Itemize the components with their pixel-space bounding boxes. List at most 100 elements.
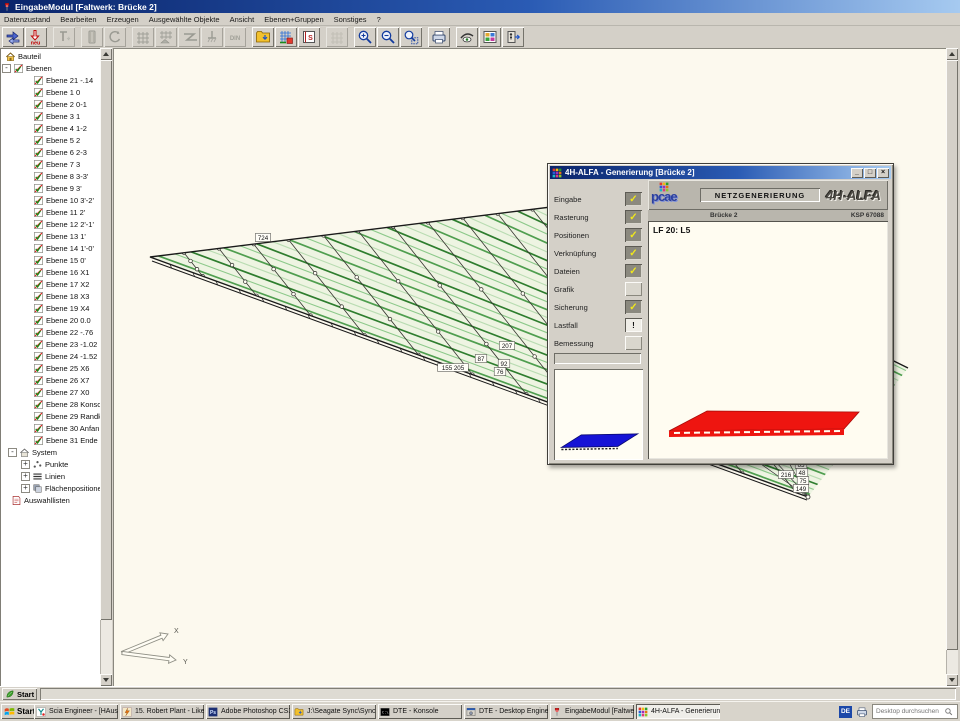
tree-item-ebene-26-x7[interactable]: Ebene 26 X7 (0, 374, 112, 386)
tree-item-ebene-31-ende[interactable]: Ebene 31 Ende (0, 434, 112, 446)
tree-item-system[interactable]: -System (0, 446, 112, 458)
taskbar-item-adobe-photoshop-cs[interactable]: Adobe Photoshop CS3 E... (206, 704, 290, 719)
toolbar-data-state-button[interactable] (2, 27, 24, 47)
tree-item-ebene-27-x0[interactable]: Ebene 27 X0 (0, 386, 112, 398)
menu-[interactable]: ? (377, 15, 381, 24)
taskbar-item-scia-engineer-h[interactable]: Scia Engineer - [HAus17-... (34, 704, 118, 719)
tree-scrollbar[interactable] (100, 48, 112, 686)
tree-item-ebene-23-1-02[interactable]: Ebene 23 -1.02 (0, 338, 112, 350)
language-indicator[interactable]: DE (839, 706, 852, 718)
menu-bearbeiten[interactable]: Bearbeiten (60, 15, 96, 24)
tree-item-ebenen[interactable]: -Ebenen (0, 62, 112, 74)
menu-erzeugen[interactable]: Erzeugen (107, 15, 139, 24)
tree-item-ebene-29-randk[interactable]: Ebene 29 Randk (0, 410, 112, 422)
expand-icon[interactable]: + (21, 472, 30, 481)
tree-item-ebene-11-2[interactable]: Ebene 11 2' (0, 206, 112, 218)
tree-item-ebene-16-x1[interactable]: Ebene 16 X1 (0, 266, 112, 278)
tree-item-bauteil[interactable]: Bauteil (0, 50, 112, 62)
expand-icon[interactable]: + (21, 484, 30, 493)
tree-item-auswahllisten[interactable]: Auswahllisten (0, 494, 112, 506)
tree-item-ebene-24-1-52[interactable]: Ebene 24 -1.52 (0, 350, 112, 362)
dialog-minimize-button[interactable]: _ (851, 168, 863, 178)
statusbar-start-button[interactable]: Start (2, 688, 37, 700)
tree-item-ebene-12-2-1[interactable]: Ebene 12 2'-1' (0, 218, 112, 230)
tree-item-ebene-28-konsol[interactable]: Ebene 28 Konsol (0, 398, 112, 410)
tree-item-ebene-22-76[interactable]: Ebene 22 -.76 (0, 326, 112, 338)
menu-sonstiges[interactable]: Sonstiges (334, 15, 367, 24)
dialog-close-button[interactable]: × (877, 168, 889, 178)
tree-item-ebene-10-3-2[interactable]: Ebene 10 3'-2' (0, 194, 112, 206)
toolbar-zoom-window-button[interactable] (400, 27, 422, 47)
tree-item-ebene-21-14[interactable]: Ebene 21 -.14 (0, 74, 112, 86)
taskbar-item-eingabemodul-falt[interactable]: EingabeModul [Faltwerk:... (550, 704, 634, 719)
tree-scroll-up-arrow[interactable] (100, 48, 112, 60)
taskbar-item-dte-konsole[interactable]: DTE - Konsole (378, 704, 462, 719)
tree-item-flächenpositione[interactable]: +Flächenpositione (0, 482, 112, 494)
tree-item-ebene-9-3[interactable]: Ebene 9 3' (0, 182, 112, 194)
toolbar-print-button[interactable] (428, 27, 450, 47)
tree-item-label: Ebene 8 3-3' (46, 172, 88, 181)
tree-item-ebene-14-1-0[interactable]: Ebene 14 1'-0' (0, 242, 112, 254)
tree-item-ebene-15-0[interactable]: Ebene 15 0' (0, 254, 112, 266)
tree-item-ebene-8-3-3[interactable]: Ebene 8 3-3' (0, 170, 112, 182)
toolbar-zoom-in-button[interactable] (354, 27, 376, 47)
tree-item-label: Ebene 16 X1 (46, 268, 89, 277)
toolbar-new-button[interactable] (25, 27, 47, 47)
taskbar-item-15-robert-plant[interactable]: 15. Robert Plant - Like I'... (120, 704, 204, 719)
tree-item-ebene-4-1-2[interactable]: Ebene 4 1-2 (0, 122, 112, 134)
taskbar-item-4h-alfa-generier[interactable]: 4H-ALFA - Generierun... (636, 704, 720, 719)
canvas-scrollbar[interactable] (946, 48, 958, 686)
toolbar-open-project-button[interactable] (252, 27, 274, 47)
pcae-logo: pcae (648, 181, 694, 209)
collapse-icon[interactable]: - (8, 448, 17, 457)
toolbar-exit-button[interactable] (502, 27, 524, 47)
tree-item-linien[interactable]: + Linien (0, 470, 112, 482)
tree-item-ebene-19-x4[interactable]: Ebene 19 X4 (0, 302, 112, 314)
tree-item-ebene-1-0[interactable]: Ebene 1 0 (0, 86, 112, 98)
toolbar-report-button[interactable] (479, 27, 501, 47)
layer-icon (33, 327, 44, 338)
canvas-scroll-thumb[interactable] (946, 60, 958, 650)
taskbar-item-j-seagate-sync-sy[interactable]: J:\Seagate Sync\SyncRe... (292, 704, 376, 719)
canvas-scroll-down-arrow[interactable] (946, 674, 958, 686)
tree-scroll-thumb[interactable] (100, 60, 112, 620)
step-label: Rasterung (554, 213, 589, 222)
taskbar-item-dte-desktop-engi[interactable]: DTE - Desktop Engineeri... (464, 704, 548, 719)
tree-item-ebene-7-3[interactable]: Ebene 7 3 (0, 158, 112, 170)
toolbar-tools-button (53, 27, 75, 47)
desktop-search-input[interactable] (873, 708, 944, 715)
tree-item-ebene-13-1[interactable]: Ebene 13 1' (0, 230, 112, 242)
menu-ebenen-gruppen[interactable]: Ebenen+Gruppen (264, 15, 323, 24)
menu-ausgewählte-objekte[interactable]: Ausgewählte Objekte (149, 15, 220, 24)
audio-icon (122, 707, 132, 717)
toolbar-view-options-button[interactable] (456, 27, 478, 47)
menu-ansicht[interactable]: Ansicht (230, 15, 255, 24)
toolbar-mesh-generate-button[interactable] (275, 27, 297, 47)
tree-item-ebene-17-x2[interactable]: Ebene 17 X2 (0, 278, 112, 290)
menu-datenzustand[interactable]: Datenzustand (4, 15, 50, 24)
desktop-search[interactable] (872, 704, 958, 719)
tray-printer-icon[interactable] (856, 706, 868, 718)
tree-item-ebene-6-2-3[interactable]: Ebene 6 2-3 (0, 146, 112, 158)
tree-item-ebene-30-anfan[interactable]: Ebene 30 Anfan (0, 422, 112, 434)
toolbar-zoom-out-button[interactable] (377, 27, 399, 47)
tree-item-ebene-3-1[interactable]: Ebene 3 1 (0, 110, 112, 122)
tree-scroll-down-arrow[interactable] (100, 674, 112, 686)
toolbar-statics-book-button[interactable] (298, 27, 320, 47)
start-button[interactable]: Start (1, 704, 38, 719)
node-number-label: 92 (501, 361, 508, 368)
tree-item-ebene-25-x6[interactable]: Ebene 25 X6 (0, 362, 112, 374)
canvas-scroll-up-arrow[interactable] (946, 48, 958, 60)
taskbar-item-label: J:\Seagate Sync\SyncRe... (307, 708, 376, 715)
tree-item-ebene-18-x3[interactable]: Ebene 18 X3 (0, 290, 112, 302)
tree-item-ebene-5-2[interactable]: Ebene 5 2 (0, 134, 112, 146)
dialog-icon (552, 168, 562, 178)
collapse-icon[interactable]: - (2, 64, 11, 73)
tree-item-label: Linien (45, 472, 65, 481)
tree-item-ebene-20-0-0[interactable]: Ebene 20 0.0 (0, 314, 112, 326)
tree-item-ebene-2-0-1[interactable]: Ebene 2 0-1 (0, 98, 112, 110)
dialog-title-bar[interactable]: 4H-ALFA - Generierung [Brücke 2] _□× (550, 166, 891, 179)
dialog-maximize-button[interactable]: □ (864, 168, 876, 178)
tree-item-punkte[interactable]: +Punkte (0, 458, 112, 470)
expand-icon[interactable]: + (21, 460, 30, 469)
